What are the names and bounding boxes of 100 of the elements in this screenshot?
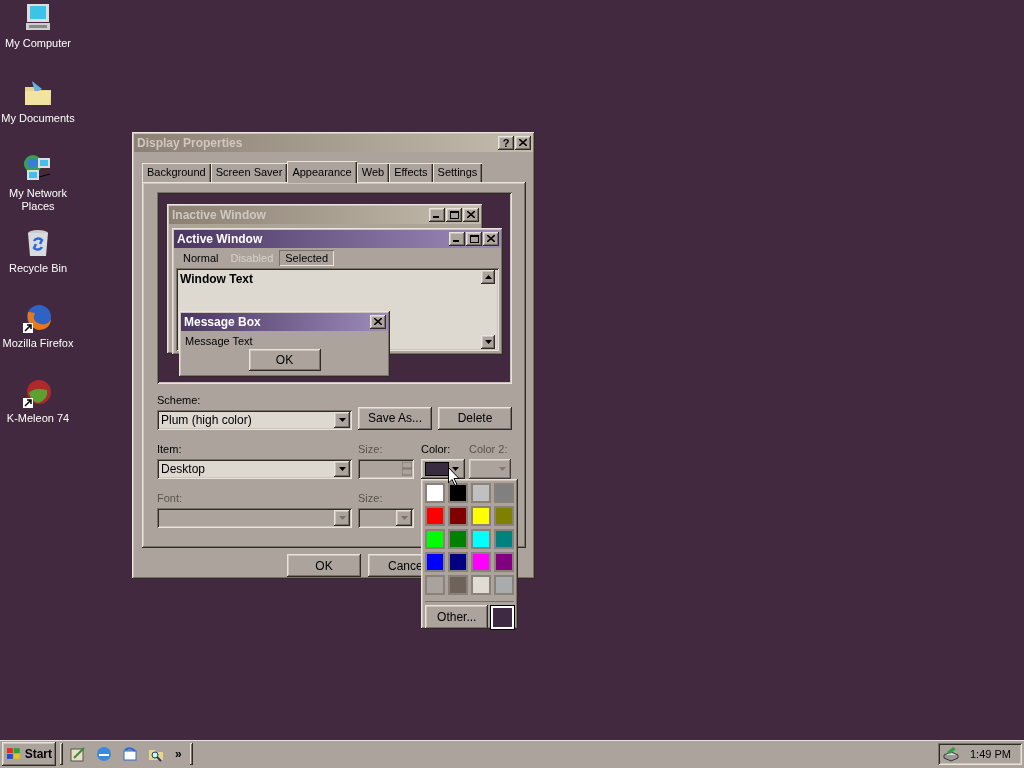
- color-swatch[interactable]: [448, 575, 468, 595]
- dropdown-button[interactable]: [334, 460, 350, 477]
- close-button[interactable]: [370, 314, 386, 329]
- scroll-down-button[interactable]: [481, 334, 495, 349]
- color-swatch[interactable]: [471, 529, 491, 549]
- color-swatch[interactable]: [425, 483, 445, 503]
- color-label: Color:: [421, 442, 452, 456]
- item-select[interactable]: Desktop: [157, 458, 352, 479]
- maximize-button[interactable]: [466, 231, 482, 246]
- message-text: Message Text: [184, 333, 254, 347]
- dropdown-button[interactable]: [334, 509, 350, 526]
- caret-icon: [338, 466, 346, 471]
- tab[interactable]: Settings: [432, 162, 483, 182]
- tab[interactable]: Appearance: [287, 160, 357, 183]
- cursor-icon: [448, 467, 460, 486]
- down-arrow-icon: [484, 339, 492, 344]
- item-label: Item:: [157, 442, 183, 456]
- delete-button[interactable]: Delete: [438, 406, 512, 430]
- help-button[interactable]: ?: [498, 135, 514, 150]
- window-title: Inactive Window: [172, 207, 267, 222]
- menu-item[interactable]: Normal: [177, 249, 225, 266]
- show-desktop-icon[interactable]: [70, 746, 86, 762]
- color-swatch[interactable]: [494, 483, 514, 503]
- color-swatch[interactable]: [425, 575, 445, 595]
- desktop-icon-label[interactable]: Recycle Bin: [0, 262, 76, 275]
- dropdown-button[interactable]: [396, 509, 412, 526]
- desktop-icon-label[interactable]: My Documents: [0, 112, 76, 125]
- close-icon: [374, 318, 382, 326]
- maximize-icon: [469, 234, 479, 243]
- close-button[interactable]: [483, 231, 499, 246]
- window-text: Window Text: [179, 270, 254, 288]
- caret-icon: [338, 515, 346, 520]
- color-button[interactable]: [421, 458, 465, 479]
- mail-icon[interactable]: [122, 746, 138, 762]
- window-title: Display Properties: [137, 135, 244, 150]
- window-title: Active Window: [177, 231, 264, 246]
- color-swatch[interactable]: [471, 483, 491, 503]
- color-2-label: Color 2:: [469, 442, 509, 456]
- tab[interactable]: Effects: [389, 162, 433, 182]
- color-swatch[interactable]: [471, 506, 491, 526]
- scheme-select[interactable]: Plum (high color): [157, 409, 352, 430]
- color-swatch[interactable]: [494, 506, 514, 526]
- up-arrow-icon: [484, 274, 492, 279]
- firefox-icon[interactable]: [22, 302, 54, 334]
- tab[interactable]: Screen Saver: [210, 162, 288, 182]
- desktop-icon-label[interactable]: My Network Places: [0, 187, 76, 213]
- color-swatch[interactable]: [494, 575, 514, 595]
- font-select[interactable]: [157, 507, 352, 528]
- maximize-icon: [449, 210, 459, 219]
- clock: 1:49 PM: [970, 748, 1011, 760]
- more-chevron[interactable]: »: [171, 747, 186, 761]
- scheme-label: Scheme:: [157, 393, 202, 407]
- color-swatch[interactable]: [448, 506, 468, 526]
- color-swatch[interactable]: [471, 552, 491, 572]
- caret-icon: [499, 466, 506, 471]
- color-swatch[interactable]: [425, 529, 445, 549]
- color-swatch[interactable]: [471, 575, 491, 595]
- caret-icon: [400, 515, 408, 520]
- dropdown-button[interactable]: [334, 411, 350, 428]
- color-swatch[interactable]: [448, 552, 468, 572]
- chameleon-icon[interactable]: [22, 377, 54, 409]
- color-2-button[interactable]: [469, 458, 511, 479]
- minimize-button[interactable]: [429, 207, 445, 222]
- ok-button[interactable]: OK: [287, 554, 361, 577]
- start-button[interactable]: Start: [2, 742, 56, 766]
- font-size-select[interactable]: [358, 507, 414, 528]
- desktop-icon-label[interactable]: K-Meleon 74: [0, 412, 76, 425]
- close-icon: [519, 139, 527, 147]
- font-label: Font:: [157, 491, 184, 505]
- maximize-button[interactable]: [446, 207, 462, 222]
- down-arrow-icon: [452, 466, 459, 471]
- size-spinner[interactable]: [358, 458, 414, 479]
- desktop-icon-label[interactable]: Mozilla Firefox: [0, 337, 76, 350]
- color-swatch[interactable]: [448, 483, 468, 503]
- flag-icon: [6, 747, 22, 761]
- color-swatch[interactable]: [494, 552, 514, 572]
- close-icon: [467, 211, 475, 219]
- save-as-button[interactable]: Save As...: [358, 406, 432, 430]
- size-label: Size:: [358, 491, 384, 505]
- menu-item[interactable]: Selected: [279, 249, 335, 266]
- color-swatch[interactable]: [448, 529, 468, 549]
- printer-icon[interactable]: [942, 746, 960, 762]
- caret-icon: [338, 417, 346, 422]
- size-label: Size:: [358, 442, 384, 456]
- tab[interactable]: Background: [142, 162, 211, 182]
- other-button[interactable]: Other...: [425, 605, 489, 629]
- browser-icon[interactable]: [96, 746, 112, 762]
- tab[interactable]: Web: [356, 162, 390, 182]
- color-swatch[interactable]: [425, 552, 445, 572]
- close-icon: [487, 235, 495, 243]
- window-title: Message Box: [184, 314, 262, 329]
- color-swatch[interactable]: [425, 506, 445, 526]
- color-swatch[interactable]: [494, 529, 514, 549]
- ok-button[interactable]: OK: [248, 348, 321, 371]
- close-button[interactable]: [515, 135, 531, 150]
- close-button[interactable]: [463, 207, 479, 222]
- minimize-button[interactable]: [449, 231, 465, 246]
- desktop-icon-label[interactable]: My Computer: [0, 37, 76, 50]
- scroll-up-button[interactable]: [481, 269, 495, 284]
- spinner-icon: [402, 461, 412, 476]
